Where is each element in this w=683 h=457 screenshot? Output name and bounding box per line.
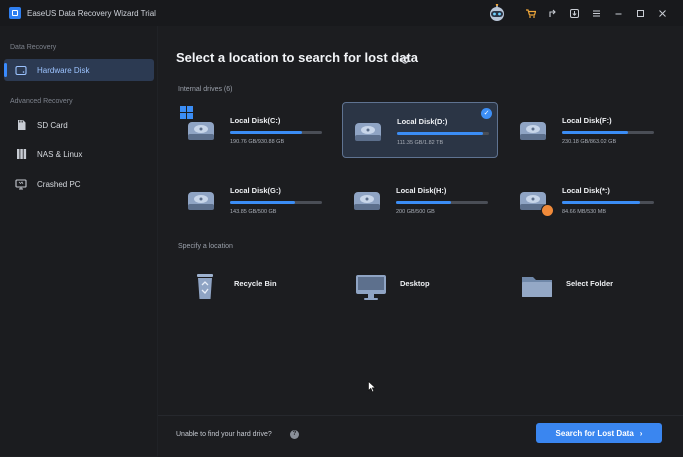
title-bar: EaseUS Data Recovery Wizard Trial (0, 0, 683, 26)
drive-size: 111.35 GB/1.82 TB (397, 140, 444, 146)
sidebar-item-label: Crashed PC (37, 179, 81, 189)
hard-drive-hint: Unable to find your hard drive? (176, 431, 272, 438)
drive-card-c[interactable]: Local Disk(C:) 190.76 GB/930.88 GB (176, 102, 332, 158)
specify-location-label: Specify a location (178, 243, 233, 250)
folder-icon (520, 270, 554, 302)
drive-name: Local Disk(D:) (397, 117, 448, 126)
search-button-label: Search for Lost Data (555, 428, 634, 438)
mouse-cursor-icon (368, 380, 377, 393)
drive-size: 230.18 GB/863.02 GB (562, 139, 617, 145)
section-label-data-recovery: Data Recovery (10, 44, 57, 51)
selected-check-icon: ✓ (481, 108, 492, 119)
search-for-lost-data-button[interactable]: Search for Lost Data › (536, 423, 662, 443)
active-indicator (4, 63, 7, 77)
drive-card-star[interactable]: Local Disk(*:) 84.66 MB/530 MB (508, 172, 664, 228)
sidebar-item-label: NAS & Linux (37, 149, 83, 159)
drive-size: 190.76 GB/930.88 GB (230, 139, 285, 145)
drive-usage-bar (562, 201, 654, 204)
close-icon[interactable] (651, 2, 673, 24)
location-label: Select Folder (566, 279, 614, 288)
drive-card-h[interactable]: Local Disk(H:) 200 GB/500 GB (342, 172, 498, 228)
sidebar-item-sd-card[interactable]: SD Card (4, 114, 154, 136)
drive-card-d[interactable]: ✓ Local Disk(D:) 111.35 GB/1.82 TB (342, 102, 498, 158)
hard-drive-icon (353, 115, 383, 145)
minimize-icon[interactable] (607, 2, 629, 24)
warning-badge-icon (541, 204, 554, 217)
drive-name: Local Disk(*:) (562, 186, 610, 195)
drive-usage-bar (562, 131, 654, 134)
nas-icon (15, 148, 27, 160)
sidebar-item-crashed-pc[interactable]: Crashed PC (4, 173, 154, 195)
chevron-right-icon: › (639, 428, 643, 438)
footer-bar: Unable to find your hard drive? ? Search… (158, 415, 683, 457)
menu-icon[interactable] (585, 2, 607, 24)
drive-usage-bar (230, 131, 322, 134)
section-label-advanced-recovery: Advanced Recovery (10, 98, 73, 105)
drive-card-g[interactable]: Local Disk(G:) 143.85 GB/500 GB (176, 172, 332, 228)
location-label: Recycle Bin (234, 279, 277, 288)
drive-name: Local Disk(G:) (230, 186, 281, 195)
refresh-icon[interactable] (400, 52, 410, 64)
location-recycle-bin[interactable]: Recycle Bin (178, 266, 328, 306)
drive-card-f[interactable]: Local Disk(F:) 230.18 GB/863.02 GB (508, 102, 664, 158)
sidebar-item-nas-linux[interactable]: NAS & Linux (4, 143, 154, 165)
app-window: EaseUS Data Recovery Wizard Trial Data R… (0, 0, 683, 457)
sd-card-icon (15, 119, 27, 131)
drive-size: 143.85 GB/500 GB (230, 209, 277, 215)
location-select-folder[interactable]: Select Folder (510, 266, 660, 306)
location-desktop[interactable]: Desktop (344, 266, 494, 306)
drive-size: 84.66 MB/530 MB (562, 209, 607, 215)
maximize-icon[interactable] (629, 2, 651, 24)
crashed-pc-icon (15, 178, 27, 190)
sidebar-item-label: SD Card (37, 120, 68, 130)
sidebar: Data Recovery Hardware Disk Advanced Rec… (0, 26, 158, 456)
page-title: Select a location to search for lost dat… (176, 50, 419, 65)
robot-icon[interactable] (485, 3, 509, 22)
drive-usage-bar (396, 201, 488, 204)
recycle-bin-icon (188, 270, 222, 302)
hard-drive-icon (186, 184, 216, 214)
location-label: Desktop (400, 279, 430, 288)
app-logo-icon (9, 7, 21, 19)
hard-disk-icon (15, 64, 27, 76)
sidebar-item-label: Hardware Disk (37, 65, 90, 75)
windows-logo-icon (180, 106, 193, 124)
main-panel: Select a location to search for lost dat… (158, 26, 683, 457)
internal-drives-label: Internal drives (6) (178, 86, 233, 93)
drive-name: Local Disk(H:) (396, 186, 447, 195)
hard-drive-icon (352, 184, 382, 214)
drive-usage-bar (230, 201, 322, 204)
share-icon[interactable] (541, 2, 563, 24)
cart-icon[interactable] (519, 2, 541, 24)
window-title: EaseUS Data Recovery Wizard Trial (27, 8, 156, 18)
sidebar-item-hardware-disk[interactable]: Hardware Disk (4, 59, 154, 81)
drive-name: Local Disk(F:) (562, 116, 612, 125)
desktop-icon (354, 270, 388, 302)
drive-name: Local Disk(C:) (230, 116, 281, 125)
download-icon[interactable] (563, 2, 585, 24)
drive-usage-bar (397, 132, 489, 135)
help-icon[interactable]: ? (290, 430, 299, 439)
hard-drive-icon (518, 114, 548, 144)
drive-size: 200 GB/500 GB (396, 209, 435, 215)
